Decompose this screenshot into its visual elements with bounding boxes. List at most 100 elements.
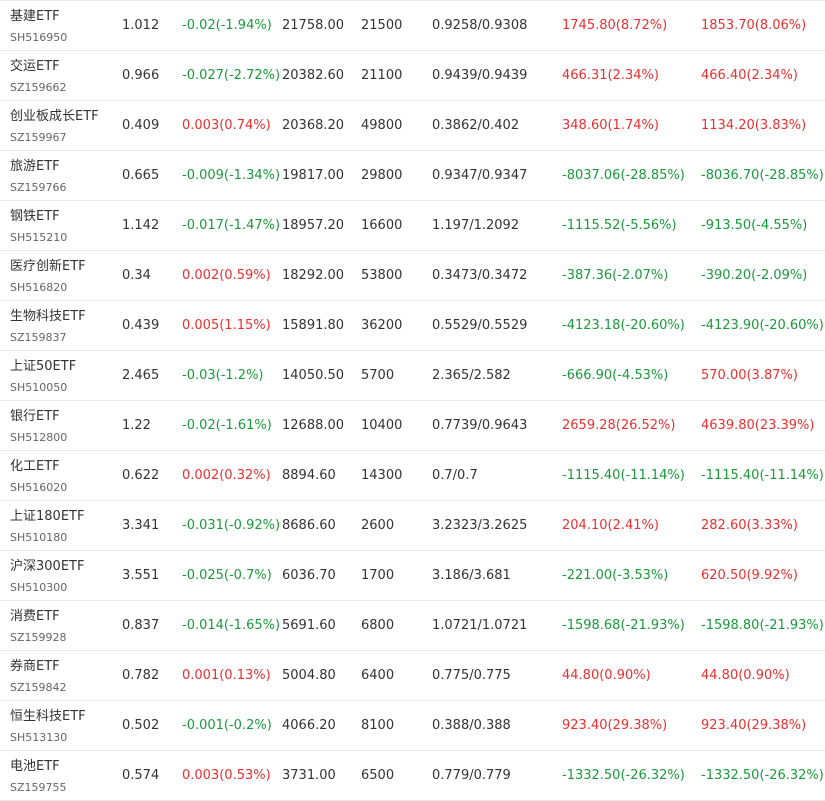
- fund-code: SH510300: [10, 581, 68, 594]
- fund-name-cell[interactable]: 生物科技ETF SZ159837: [10, 301, 116, 350]
- fund-name-link[interactable]: 上证180ETF: [10, 509, 84, 525]
- fund-name-cell[interactable]: 上证50ETF SH510050: [10, 351, 116, 400]
- fund-name-link[interactable]: 基建ETF: [10, 9, 60, 25]
- fund-name-link[interactable]: 恒生科技ETF: [10, 709, 86, 725]
- table-row[interactable]: 消费ETF SZ159928 0.837 -0.014(-1.65%) 5691.60 6…: [0, 601, 825, 651]
- turnover-amount: 6036.70: [282, 568, 336, 583]
- table-row[interactable]: 上证50ETF SH510050 2.465 -0.03(-1.2%) 14050.50…: [0, 351, 825, 401]
- fund-name-cell[interactable]: 银行ETF SH512800: [10, 401, 116, 450]
- table-row[interactable]: 钢铁ETF SH515210 1.142 -0.017(-1.47%) 18957.20…: [0, 201, 825, 251]
- price-change: 0.005(1.15%): [182, 318, 271, 333]
- volume: 14300: [361, 468, 403, 483]
- net-flow-primary: 2659.28(26.52%): [562, 418, 676, 433]
- turnover-amount: 15891.80: [282, 318, 345, 333]
- net-flow-secondary: -8036.70(-28.85%): [701, 168, 824, 183]
- fund-name-cell[interactable]: 消费ETF SZ159928: [10, 601, 116, 650]
- net-flow-secondary: 1134.20(3.83%): [701, 118, 807, 133]
- latest-price: 0.665: [122, 168, 160, 183]
- fund-name-link[interactable]: 化工ETF: [10, 459, 60, 475]
- fund-name-link[interactable]: 沪深300ETF: [10, 559, 84, 575]
- fund-name-link[interactable]: 电池ETF: [10, 759, 60, 775]
- volume: 29800: [361, 168, 403, 183]
- fund-name-cell[interactable]: 券商ETF SZ159842: [10, 651, 116, 700]
- table-row[interactable]: 银行ETF SH512800 1.22 -0.02(-1.61%) 12688.00 10…: [0, 401, 825, 451]
- fund-name-link[interactable]: 旅游ETF: [10, 159, 60, 175]
- table-row[interactable]: 创业板成长ETF SZ159967 0.409 0.003(0.74%) 20368.2…: [0, 101, 825, 151]
- turnover-amount: 18292.00: [282, 268, 345, 283]
- fund-code: SH516820: [10, 281, 68, 294]
- fund-name-link[interactable]: 医疗创新ETF: [10, 259, 86, 275]
- nav-range: 1.197/1.2092: [432, 218, 520, 233]
- fund-name-cell[interactable]: 医疗创新ETF SH516820: [10, 251, 116, 300]
- volume: 21500: [361, 18, 403, 33]
- net-flow-secondary: 44.80(0.90%): [701, 668, 790, 683]
- volume: 5700: [361, 368, 395, 383]
- latest-price: 0.439: [122, 318, 160, 333]
- turnover-amount: 4066.20: [282, 718, 336, 733]
- fund-name-cell[interactable]: 恒生科技ETF SH513130: [10, 701, 116, 750]
- net-flow-secondary: -390.20(-2.09%): [701, 268, 808, 283]
- fund-code: SH516950: [10, 31, 68, 44]
- fund-name-cell[interactable]: 电池ETF SZ159755: [10, 751, 116, 800]
- fund-name-cell[interactable]: 钢铁ETF SH515210: [10, 201, 116, 250]
- table-row[interactable]: 恒生科技ETF SH513130 0.502 -0.001(-0.2%) 4066.20…: [0, 701, 825, 751]
- latest-price: 0.34: [122, 268, 151, 283]
- price-change: 0.003(0.74%): [182, 118, 271, 133]
- net-flow-primary: -1598.68(-21.93%): [562, 618, 685, 633]
- fund-name-link[interactable]: 银行ETF: [10, 409, 60, 425]
- nav-range: 0.7739/0.9643: [432, 418, 528, 433]
- nav-range: 0.3862/0.402: [432, 118, 520, 133]
- fund-code: SH516020: [10, 481, 68, 494]
- table-row[interactable]: 券商ETF SZ159842 0.782 0.001(0.13%) 5004.80 640…: [0, 651, 825, 701]
- volume: 1700: [361, 568, 395, 583]
- price-change: -0.02(-1.61%): [182, 418, 272, 433]
- latest-price: 1.012: [122, 18, 160, 33]
- fund-name-cell[interactable]: 基建ETF SH516950: [10, 1, 116, 50]
- fund-name-link[interactable]: 上证50ETF: [10, 359, 76, 375]
- fund-name-link[interactable]: 创业板成长ETF: [10, 109, 99, 125]
- turnover-amount: 5691.60: [282, 618, 336, 633]
- volume: 10400: [361, 418, 403, 433]
- fund-name-link[interactable]: 消费ETF: [10, 609, 60, 625]
- net-flow-secondary: -1115.40(-11.14%): [701, 468, 824, 483]
- table-row[interactable]: 旅游ETF SZ159766 0.665 -0.009(-1.34%) 19817.00…: [0, 151, 825, 201]
- nav-range: 0.779/0.779: [432, 768, 511, 783]
- fund-name-cell[interactable]: 旅游ETF SZ159766: [10, 151, 116, 200]
- net-flow-primary: -1115.52(-5.56%): [562, 218, 677, 233]
- table-row[interactable]: 沪深300ETF SH510300 3.551 -0.025(-0.7%) 6036.7…: [0, 551, 825, 601]
- fund-name-cell[interactable]: 上证180ETF SH510180: [10, 501, 116, 550]
- fund-name-cell[interactable]: 沪深300ETF SH510300: [10, 551, 116, 600]
- fund-name-link[interactable]: 券商ETF: [10, 659, 60, 675]
- turnover-amount: 18957.20: [282, 218, 345, 233]
- table-row[interactable]: 基建ETF SH516950 1.012 -0.02(-1.94%) 21758.00 2…: [0, 1, 825, 51]
- price-change: -0.025(-0.7%): [182, 568, 272, 583]
- fund-name-cell[interactable]: 创业板成长ETF SZ159967: [10, 101, 116, 150]
- fund-name-link[interactable]: 生物科技ETF: [10, 309, 86, 325]
- latest-price: 0.966: [122, 68, 160, 83]
- fund-name-cell[interactable]: 化工ETF SH516020: [10, 451, 116, 500]
- table-row[interactable]: 化工ETF SH516020 0.622 0.002(0.32%) 8894.60 143…: [0, 451, 825, 501]
- table-row[interactable]: 上证180ETF SH510180 3.341 -0.031(-0.92%) 8686.…: [0, 501, 825, 551]
- table-row[interactable]: 生物科技ETF SZ159837 0.439 0.005(1.15%) 15891.80…: [0, 301, 825, 351]
- table-row[interactable]: 电池ETF SZ159755 0.574 0.003(0.53%) 3731.00 650…: [0, 751, 825, 801]
- fund-code: SZ159842: [10, 681, 67, 694]
- fund-name-link[interactable]: 交运ETF: [10, 59, 60, 75]
- price-change: -0.03(-1.2%): [182, 368, 264, 383]
- volume: 16600: [361, 218, 403, 233]
- table-row[interactable]: 医疗创新ETF SH516820 0.34 0.002(0.59%) 18292.00 5…: [0, 251, 825, 301]
- price-change: -0.001(-0.2%): [182, 718, 272, 733]
- fund-code: SH513130: [10, 731, 68, 744]
- net-flow-primary: -387.36(-2.07%): [562, 268, 669, 283]
- fund-name-cell[interactable]: 交运ETF SZ159662: [10, 51, 116, 100]
- price-change: -0.014(-1.65%): [182, 618, 281, 633]
- fund-name-link[interactable]: 钢铁ETF: [10, 209, 60, 225]
- latest-price: 0.574: [122, 768, 160, 783]
- net-flow-secondary: -1598.80(-21.93%): [701, 618, 824, 633]
- price-change: 0.002(0.59%): [182, 268, 271, 283]
- latest-price: 1.142: [122, 218, 160, 233]
- table-row[interactable]: 交运ETF SZ159662 0.966 -0.027(-2.72%) 20382.60…: [0, 51, 825, 101]
- net-flow-secondary: 4639.80(23.39%): [701, 418, 815, 433]
- net-flow-secondary: 620.50(9.92%): [701, 568, 798, 583]
- latest-price: 3.551: [122, 568, 160, 583]
- volume: 2600: [361, 518, 395, 533]
